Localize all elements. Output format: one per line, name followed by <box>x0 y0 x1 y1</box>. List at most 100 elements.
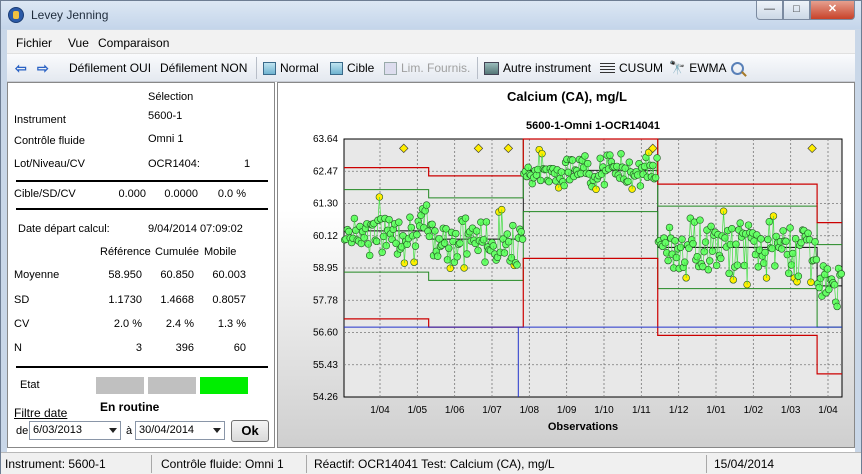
x-axis-label: Observations <box>548 421 618 433</box>
y-tick-label: 60.12 <box>313 231 338 242</box>
status-separator <box>151 455 152 473</box>
stats-header-mobile: Mobile <box>204 246 237 258</box>
stat-value: 58.950 <box>108 269 142 281</box>
x-tick-label: 1/02 <box>744 405 764 416</box>
cible-cv: 0.0 % <box>217 188 246 200</box>
cible-label: Cible/SD/CV <box>14 188 76 200</box>
y-tick-label: 61.30 <box>313 199 338 210</box>
scroll-left-button[interactable]: ⇦ <box>15 60 27 76</box>
x-tick-label: 1/03 <box>781 405 801 416</box>
instrument-icon <box>484 61 499 75</box>
status-separator <box>306 455 307 473</box>
toolbar-separator <box>477 57 478 79</box>
stat-value: 1.1730 <box>108 294 142 306</box>
menu-vue[interactable]: Vue <box>68 36 89 50</box>
x-tick-label: 1/12 <box>669 405 689 416</box>
y-tick-label: 58.95 <box>313 263 338 274</box>
data-point <box>812 255 821 264</box>
menu-bar: Fichier Vue Comparaison <box>7 30 855 54</box>
lot-label: Lot/Niveau/CV <box>14 158 85 170</box>
filtre-de-label: de <box>16 425 29 437</box>
stat-value: 1.4668 <box>160 294 194 306</box>
defilement-oui-button[interactable]: Défilement OUI <box>69 60 151 76</box>
status-date: 15/04/2014 <box>714 457 775 471</box>
status-controle: Contrôle fluide: Omni 1 <box>161 457 284 471</box>
arrow-left-icon: ⇦ <box>15 59 27 76</box>
y-tick-label: 56.60 <box>313 328 338 339</box>
app-window: Levey Jenning — □ ✕ Fichier Vue Comparai… <box>0 0 862 474</box>
normal-button[interactable]: Normal <box>263 60 319 76</box>
data-point <box>837 270 846 278</box>
chart-view-icon <box>384 61 397 75</box>
y-tick-label: 54.26 <box>313 392 338 403</box>
x-tick-label: 1/05 <box>408 405 428 416</box>
stat-label-moyenne: Moyenne <box>14 269 60 281</box>
date-to-value: 30/04/2014 <box>139 424 195 436</box>
stats-header-cumulee: Cumulée <box>155 246 200 258</box>
levey-jennings-chart: 5600-1-Omni 1-OCR14041 63.64 62.47 61.30 60.… <box>313 120 846 433</box>
cusum-button[interactable]: CUSUM <box>600 60 663 76</box>
divider <box>16 366 268 368</box>
instrument-label: Instrument <box>14 114 66 126</box>
menu-comparaison[interactable]: Comparaison <box>98 36 169 50</box>
binoculars-icon: 🔭 <box>669 60 686 75</box>
stat-value: 3 <box>135 342 142 354</box>
stat-label-n: N <box>14 342 22 354</box>
calc-value: 9/04/2014 07:09:02 <box>148 223 243 235</box>
defilement-non-button[interactable]: Défilement NON <box>160 60 247 76</box>
x-tick-label: 1/01 <box>706 405 726 416</box>
menu-fichier[interactable]: Fichier <box>16 36 52 50</box>
stat-value: 2.0 % <box>113 318 142 330</box>
ok-button[interactable]: Ok <box>231 420 269 442</box>
arrow-right-icon: ⇨ <box>37 59 49 76</box>
chart-panel: Calcium (CA), mg/L 5600-1-Omni 1-OCR1404… <box>277 82 855 448</box>
stat-value: 2.4 % <box>165 318 194 330</box>
selection-header: Sélection <box>148 91 194 103</box>
cible-target: 0.000 <box>118 188 146 200</box>
ewma-button[interactable]: 🔭 EWMA <box>669 60 727 76</box>
instrument-value: 5600-1 <box>148 110 183 122</box>
etat-indicator-2 <box>148 377 196 394</box>
y-tick-label: 63.64 <box>313 134 338 145</box>
close-button[interactable]: ✕ <box>810 1 855 20</box>
autre-instrument-button[interactable]: Autre instrument <box>484 60 591 76</box>
status-bar: Instrument: 5600-1 Contrôle fluide: Omni… <box>1 452 861 474</box>
x-tick-label: 1/10 <box>594 405 614 416</box>
client-area: Fichier Vue Comparaison ⇦ ⇨ Défilement O… <box>7 30 855 452</box>
stat-value: 0.8057 <box>212 294 246 306</box>
date-from-select[interactable]: 6/03/2013 <box>29 421 121 440</box>
status-instrument: Instrument: 5600-1 <box>5 457 106 471</box>
filtre-date-label[interactable]: Filtre date <box>14 406 67 420</box>
lim-fournis-button[interactable]: Lim. Fournis. <box>384 60 470 76</box>
data-point <box>653 154 661 162</box>
chart-view-icon <box>330 61 343 75</box>
selection-panel: Sélection Instrument 5600-1 Contrôle flu… <box>7 82 275 448</box>
toolbar-separator <box>256 57 257 79</box>
divider <box>16 180 268 182</box>
controle-value: Omni 1 <box>148 133 184 145</box>
x-tick-label: 1/08 <box>520 405 540 416</box>
lot-level: 1 <box>244 158 251 170</box>
stat-value: 1.3 % <box>217 318 246 330</box>
y-tick-label: 55.43 <box>313 360 338 371</box>
etat-status: En routine <box>100 400 160 414</box>
status-reactif: Réactif: OCR14041 Test: Calcium (CA), mg… <box>314 457 555 471</box>
maximize-button[interactable]: □ <box>783 1 810 20</box>
minimize-button[interactable]: — <box>756 1 783 20</box>
cible-button[interactable]: Cible <box>330 60 374 76</box>
x-tick-label: 1/06 <box>445 405 465 416</box>
y-tick-label: 57.78 <box>313 295 338 306</box>
chevron-down-icon <box>109 428 117 433</box>
controle-label: Contrôle fluide <box>14 135 85 147</box>
stat-value: 60 <box>233 342 246 354</box>
chart-title: Calcium (CA), mg/L <box>507 89 627 104</box>
x-tick-label: 1/04 <box>818 405 838 416</box>
etat-indicator-1 <box>96 377 144 394</box>
date-to-select[interactable]: 30/04/2014 <box>135 421 225 440</box>
stat-value: 60.003 <box>212 269 246 281</box>
etat-indicator-3 <box>200 377 248 394</box>
cible-sd: 0.0000 <box>164 188 198 200</box>
scroll-right-button[interactable]: ⇨ <box>37 60 49 76</box>
zoom-button[interactable] <box>731 60 744 76</box>
search-icon <box>731 61 744 75</box>
